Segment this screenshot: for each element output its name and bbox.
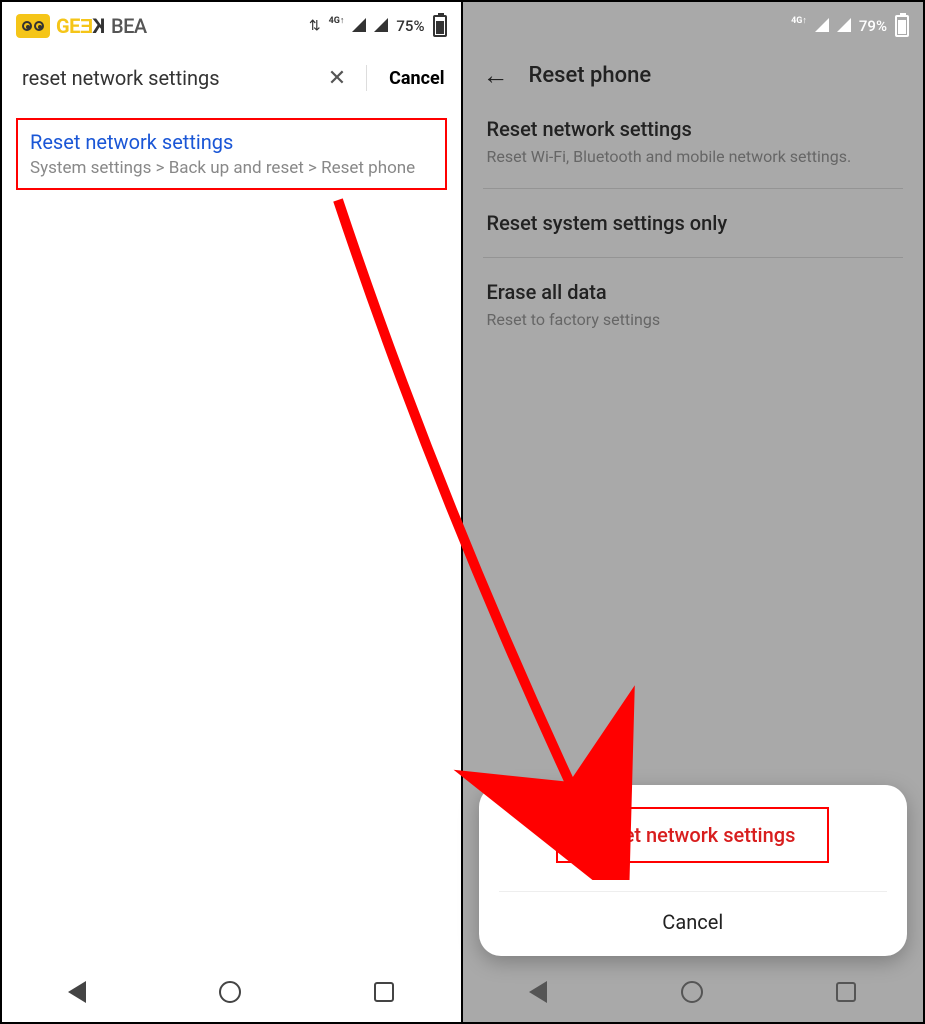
- confirm-sheet: Reset network settings Cancel: [479, 785, 908, 956]
- signal-icon-1: [815, 17, 829, 36]
- nav-bar-left: [2, 962, 461, 1022]
- confirm-reset-button[interactable]: Reset network settings: [556, 807, 829, 863]
- logo-text: GEƎKBEA: [56, 14, 147, 39]
- battery-percentage: 75%: [396, 17, 424, 35]
- option-subtitle: Reset Wi-Fi, Bluetooth and mobile networ…: [487, 147, 900, 166]
- cancel-search-button[interactable]: Cancel: [377, 68, 444, 89]
- status-bar-right: 4G↑ 79%: [463, 2, 924, 50]
- clear-search-icon[interactable]: ✕: [318, 60, 356, 97]
- nav-recent-icon[interactable]: [374, 982, 394, 1002]
- data-arrows-icon: ⇅: [309, 18, 321, 34]
- search-result-item[interactable]: Reset network settings System settings >…: [16, 118, 447, 190]
- battery-percentage: 79%: [859, 17, 887, 35]
- status-bar-left: GEƎKBEA ⇅ 4G↑ 75%: [2, 2, 461, 50]
- divider: [499, 891, 888, 892]
- option-title: Reset system settings only: [487, 211, 900, 235]
- divider: [366, 65, 367, 91]
- sheet-cancel-button[interactable]: Cancel: [662, 910, 723, 934]
- search-input[interactable]: reset network settings: [22, 66, 308, 90]
- owl-logo-icon: [16, 14, 50, 38]
- nav-bar-right: [463, 962, 924, 1022]
- option-erase-all[interactable]: Erase all data Reset to factory settings: [483, 257, 904, 351]
- battery-icon: [895, 15, 909, 37]
- option-title: Erase all data: [487, 280, 900, 304]
- nav-recent-icon[interactable]: [836, 982, 856, 1002]
- result-breadcrumb: System settings > Back up and reset > Re…: [30, 158, 433, 178]
- back-arrow-icon[interactable]: ←: [483, 60, 509, 91]
- nav-home-icon[interactable]: [681, 981, 703, 1003]
- option-reset-network[interactable]: Reset network settings Reset Wi-Fi, Blue…: [483, 95, 904, 188]
- page-title: Reset phone: [529, 63, 652, 88]
- search-bar: reset network settings ✕ Cancel: [2, 50, 461, 106]
- result-title: Reset network settings: [30, 130, 433, 154]
- option-reset-system[interactable]: Reset system settings only: [483, 188, 904, 257]
- network-type-label: 4G↑: [791, 15, 807, 26]
- nav-home-icon[interactable]: [219, 981, 241, 1003]
- signal-icon-1: [352, 17, 366, 36]
- network-type-label: 4G↑: [329, 15, 345, 26]
- page-header: ← Reset phone: [463, 50, 924, 95]
- option-title: Reset network settings: [487, 117, 900, 141]
- battery-icon: [433, 15, 447, 37]
- nav-back-icon[interactable]: [529, 981, 547, 1003]
- nav-back-icon[interactable]: [68, 981, 86, 1003]
- option-subtitle: Reset to factory settings: [487, 310, 900, 329]
- signal-icon-2: [837, 17, 851, 36]
- signal-icon-2: [374, 17, 388, 36]
